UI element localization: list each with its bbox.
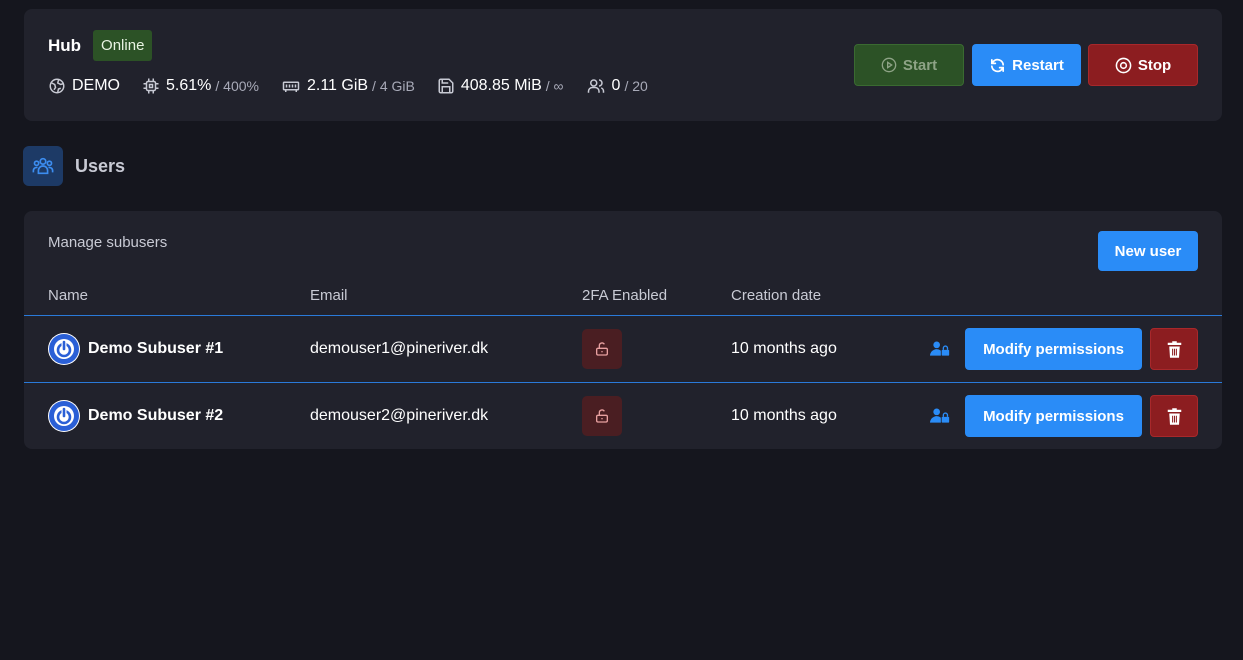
creation-date: 10 months ago [731,407,837,424]
players-limit: / 20 [624,78,648,94]
cpu-icon [143,78,159,94]
status-badge: Online [93,30,153,61]
memory-stat: 2.11 GiB / 4 GiB [281,77,415,95]
users-table-card: Manage subusers New user Name Email 2FA … [24,211,1222,449]
location-stat: DEMO [48,77,120,95]
cpu-stat: 5.61% / 400% [142,77,259,95]
start-button[interactable]: Start [854,44,964,86]
user-lock-icon[interactable] [930,407,950,425]
avatar [48,400,80,432]
cpu-limit: / 400% [215,78,259,94]
new-user-button[interactable]: New user [1098,231,1198,271]
stop-label: Stop [1137,56,1172,74]
cpu-value: 5.61% [166,77,212,94]
start-label: Start [902,56,938,74]
two-fa-status [582,329,622,369]
users-icon [32,157,54,175]
restart-label: Restart [1012,56,1064,74]
users-page-icon-box [23,146,63,186]
unlock-icon [596,409,608,423]
refresh-icon [991,58,1005,72]
globe-icon [49,78,65,94]
stop-button[interactable]: Stop [1088,44,1198,86]
restart-button[interactable]: Restart [972,44,1081,86]
delete-user-button[interactable] [1150,395,1198,437]
trash-icon [1167,407,1181,425]
modify-permissions-button[interactable]: Modify permissions [965,395,1142,437]
trash-icon [1167,340,1181,358]
save-icon [438,78,454,94]
column-header-name: Name [48,287,89,304]
power-icon [49,401,79,431]
players-value: 0 [611,77,621,94]
avatar [48,333,80,365]
disk-stat: 408.85 MiB / ∞ [437,77,564,95]
memory-icon [282,81,300,92]
user-email: demouser2@pineriver.dk [310,407,489,424]
column-header-2fa: 2FA Enabled [582,287,668,304]
modify-permissions-button[interactable]: Modify permissions [965,328,1142,370]
page-title: Users [75,156,126,176]
disk-limit: / ∞ [545,78,564,94]
two-fa-status [582,396,622,436]
row-divider [24,315,1222,316]
column-header-email: Email [310,287,348,304]
players-stat: 0 / 20 [586,77,648,95]
column-header-creation-date: Creation date [731,287,822,304]
delete-user-button[interactable] [1150,328,1198,370]
user-email: demouser1@pineriver.dk [310,340,489,357]
row-divider [24,382,1222,383]
memory-value: 2.11 GiB [306,77,369,94]
users-icon [587,79,604,93]
creation-date: 10 months ago [731,340,837,357]
unlock-icon [596,342,608,356]
user-lock-icon[interactable] [930,340,950,358]
server-stats: DEMO 5.61% / 400% 2.11 GiB / 4 GiB 408.8… [48,75,670,97]
disk-value: 408.85 MiB [460,77,542,94]
memory-limit: / 4 GiB [372,78,415,94]
user-name: Demo Subuser #1 [88,340,224,357]
power-icon [49,334,79,364]
server-name: Hub [48,35,82,55]
user-name: Demo Subuser #2 [88,407,224,424]
server-title-row: Hub Online [48,30,153,61]
location-value: DEMO [72,77,120,94]
play-circle-icon [881,57,897,73]
panel-title: Manage subusers [48,234,168,251]
stop-circle-icon [1115,57,1132,73]
